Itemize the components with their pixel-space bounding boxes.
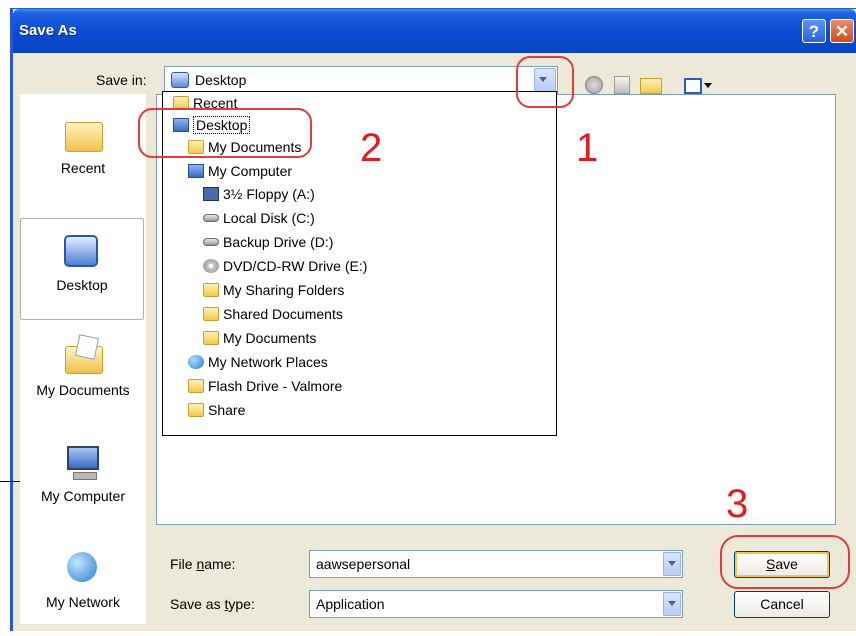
new-folder-icon[interactable] bbox=[640, 78, 662, 94]
drive-icon bbox=[203, 238, 219, 247]
help-button[interactable]: ? bbox=[802, 19, 826, 43]
computer-icon bbox=[188, 164, 204, 179]
recent-folder-icon bbox=[63, 114, 103, 154]
globe-icon bbox=[188, 355, 204, 370]
dropdown-item-my-documents-2[interactable]: My Documents bbox=[203, 327, 316, 349]
save-in-value: Desktop bbox=[195, 72, 247, 88]
desktop-icon bbox=[62, 231, 102, 271]
places-my-documents-label: My Documents bbox=[36, 382, 130, 398]
dropdown-item-sharing-folders[interactable]: My Sharing Folders bbox=[203, 279, 344, 301]
desktop-icon bbox=[171, 72, 189, 88]
file-name-value: aawsepersonal bbox=[316, 556, 411, 572]
folder-icon bbox=[203, 307, 219, 322]
annotation-circle-3 bbox=[720, 535, 850, 589]
dropdown-item-label: Shared Documents bbox=[223, 306, 343, 322]
views-chevron-down-icon[interactable] bbox=[704, 83, 712, 88]
annotation-circle-1 bbox=[516, 56, 574, 108]
dropdown-item-share[interactable]: Share bbox=[188, 399, 245, 421]
folder-icon bbox=[188, 379, 204, 394]
dropdown-item-network-places[interactable]: My Network Places bbox=[188, 351, 328, 373]
drive-icon bbox=[203, 214, 219, 223]
up-folder-icon[interactable] bbox=[614, 76, 630, 94]
places-my-network-label: My Network bbox=[46, 594, 120, 610]
folder-icon bbox=[188, 403, 204, 418]
dropdown-item-label: My Documents bbox=[223, 330, 317, 346]
annotation-step-3: 3 bbox=[726, 482, 749, 526]
views-menu-icon[interactable] bbox=[684, 78, 702, 94]
file-name-label: File name: bbox=[170, 556, 236, 572]
title-bar[interactable]: Save As ? ✕ bbox=[13, 9, 856, 53]
save-as-type-label: Save as type: bbox=[170, 596, 255, 612]
places-recent-label: Recent bbox=[60, 160, 106, 176]
dropdown-item-label: My Computer bbox=[208, 163, 293, 179]
file-name-dropdown-button[interactable] bbox=[663, 552, 681, 576]
places-desktop[interactable]: Desktop bbox=[20, 218, 144, 320]
places-my-computer-label: My Computer bbox=[40, 488, 126, 504]
cancel-button[interactable]: Cancel bbox=[734, 591, 830, 618]
save-in-label: Save in: bbox=[96, 72, 147, 88]
annotation-step-2: 2 bbox=[360, 126, 383, 170]
places-my-computer[interactable]: My Computer bbox=[20, 430, 146, 530]
file-name-input[interactable]: aawsepersonal bbox=[309, 550, 683, 578]
dropdown-item-label: Flash Drive - Valmore bbox=[208, 378, 343, 394]
dropdown-item-label: Local Disk (C:) bbox=[223, 210, 315, 226]
dialog-title: Save As bbox=[19, 22, 77, 39]
annotation-circle-2 bbox=[138, 108, 312, 158]
dropdown-item-label: Share bbox=[208, 402, 246, 418]
my-computer-icon bbox=[63, 442, 103, 482]
floppy-icon bbox=[203, 187, 219, 202]
divider-line bbox=[0, 481, 20, 482]
save-as-type-select[interactable]: Application bbox=[309, 590, 683, 618]
dropdown-item-floppy[interactable]: 3½ Floppy (A:) bbox=[203, 183, 315, 205]
dropdown-item-label: 3½ Floppy (A:) bbox=[223, 186, 315, 202]
save-as-type-dropdown-button[interactable] bbox=[663, 592, 681, 616]
places-desktop-label: Desktop bbox=[56, 277, 108, 293]
places-my-network[interactable]: My Network bbox=[20, 536, 146, 636]
dropdown-item-my-computer[interactable]: My Computer bbox=[188, 160, 292, 182]
dropdown-item-label: My Network Places bbox=[208, 354, 328, 370]
dropdown-item-label: DVD/CD-RW Drive (E:) bbox=[223, 258, 368, 274]
close-button[interactable]: ✕ bbox=[830, 19, 854, 43]
save-as-type-value: Application bbox=[316, 596, 385, 612]
dropdown-item-shared-documents[interactable]: Shared Documents bbox=[203, 303, 343, 325]
dropdown-item-dvd-drive[interactable]: DVD/CD-RW Drive (E:) bbox=[203, 255, 367, 277]
dropdown-item-label: Backup Drive (D:) bbox=[223, 234, 334, 250]
annotation-step-1: 1 bbox=[576, 126, 599, 170]
folder-icon bbox=[203, 283, 219, 298]
disc-icon bbox=[203, 259, 219, 274]
my-network-icon bbox=[63, 548, 103, 588]
places-bar: Recent Desktop My Documents My Computer … bbox=[20, 94, 146, 624]
back-icon[interactable] bbox=[585, 76, 603, 94]
my-documents-icon bbox=[63, 334, 103, 376]
places-my-documents[interactable]: My Documents bbox=[20, 324, 146, 424]
dropdown-item-flash-drive[interactable]: Flash Drive - Valmore bbox=[188, 375, 342, 397]
folder-icon bbox=[203, 331, 219, 346]
places-recent[interactable]: Recent bbox=[20, 102, 146, 202]
dropdown-item-label: My Sharing Folders bbox=[223, 282, 345, 298]
dropdown-item-backup-drive[interactable]: Backup Drive (D:) bbox=[203, 231, 333, 253]
dropdown-item-local-disk[interactable]: Local Disk (C:) bbox=[203, 207, 315, 229]
save-in-combo[interactable]: Desktop bbox=[164, 66, 558, 94]
